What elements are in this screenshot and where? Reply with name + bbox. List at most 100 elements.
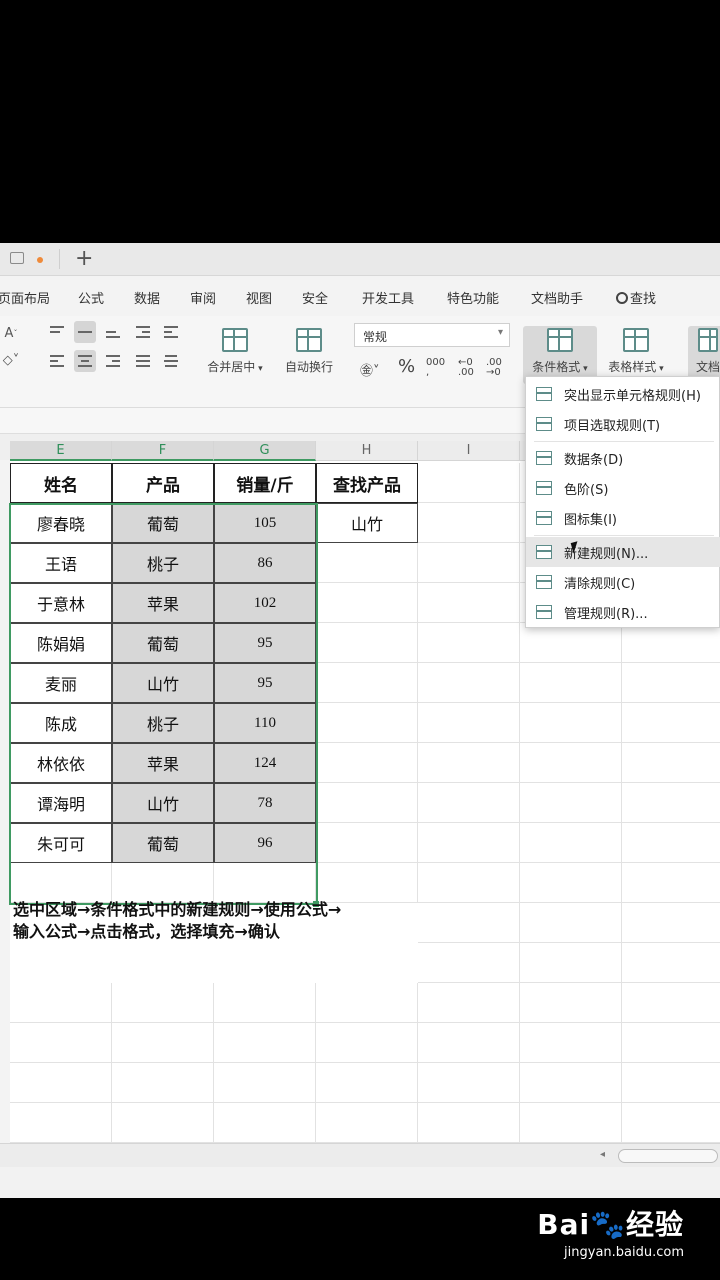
header-cell[interactable]: 销量/斤 <box>214 463 316 503</box>
currency-format-icon[interactable]: ㊎˅ <box>360 360 380 379</box>
menu-highlight-cell-rules[interactable]: 突出显示单元格规则(H) <box>526 379 720 409</box>
empty-cell[interactable] <box>520 783 622 823</box>
table-cell[interactable]: 麦丽 <box>10 663 112 703</box>
empty-cell[interactable] <box>418 503 520 543</box>
column-header-i[interactable]: I <box>418 441 520 461</box>
empty-cell[interactable] <box>316 663 418 703</box>
column-header-g[interactable]: G <box>214 441 316 461</box>
menu-developer[interactable]: 开发工具 <box>362 288 414 307</box>
wrap-text-button[interactable]: 自动换行 <box>274 326 344 384</box>
header-cell[interactable]: 查找产品 <box>316 463 418 503</box>
empty-cell[interactable] <box>622 783 720 823</box>
table-cell[interactable]: 124 <box>214 743 316 783</box>
empty-cell[interactable] <box>214 863 316 903</box>
empty-cell[interactable] <box>520 1063 622 1103</box>
table-cell[interactable]: 山竹 <box>112 663 214 703</box>
align-right-icon[interactable] <box>102 350 124 372</box>
empty-cell[interactable] <box>622 1023 720 1063</box>
table-cell[interactable]: 86 <box>214 543 316 583</box>
empty-cell[interactable] <box>316 863 418 903</box>
table-cell[interactable]: 95 <box>214 663 316 703</box>
empty-cell[interactable] <box>520 823 622 863</box>
menu-data[interactable]: 数据 <box>134 288 160 307</box>
menu-manage-rules[interactable]: 管理规则(R)... <box>526 597 720 627</box>
empty-cell[interactable] <box>316 823 418 863</box>
menu-special-features[interactable]: 特色功能 <box>447 288 499 307</box>
clear-format-icon[interactable]: ◇˅ <box>0 349 22 371</box>
table-cell[interactable]: 桃子 <box>112 703 214 743</box>
menu-search[interactable]: 查找 <box>616 288 656 307</box>
table-cell[interactable]: 陈成 <box>10 703 112 743</box>
table-cell[interactable]: 葡萄 <box>112 823 214 863</box>
empty-cell[interactable] <box>316 1023 418 1063</box>
empty-cell[interactable] <box>10 863 112 903</box>
decrease-indent-icon[interactable] <box>132 321 154 343</box>
empty-cell[interactable] <box>418 703 520 743</box>
empty-cell[interactable] <box>112 1103 214 1143</box>
empty-cell[interactable] <box>214 1103 316 1143</box>
menu-color-scales[interactable]: 色阶(S) <box>526 473 720 503</box>
empty-cell[interactable] <box>214 1023 316 1063</box>
column-header-e[interactable]: E <box>10 441 112 461</box>
scroll-left-arrow-icon[interactable]: ◂ <box>600 1149 605 1160</box>
empty-cell[interactable] <box>214 1063 316 1103</box>
lookup-value-cell[interactable]: 山竹 <box>316 503 418 543</box>
empty-cell[interactable] <box>520 1023 622 1063</box>
align-center-icon[interactable] <box>74 350 96 372</box>
empty-cell[interactable] <box>520 703 622 743</box>
menu-new-rule[interactable]: 新建规则(N)... <box>526 537 720 567</box>
menu-doc-assistant[interactable]: 文档助手 <box>531 288 583 307</box>
empty-cell[interactable] <box>10 1023 112 1063</box>
empty-cell[interactable] <box>418 743 520 783</box>
table-cell[interactable]: 林依依 <box>10 743 112 783</box>
table-cell[interactable]: 苹果 <box>112 583 214 623</box>
menu-formulas[interactable]: 公式 <box>78 288 104 307</box>
empty-cell[interactable] <box>520 743 622 783</box>
empty-cell[interactable] <box>418 1103 520 1143</box>
menu-clear-rules[interactable]: 清除规则(C) <box>526 567 720 597</box>
empty-cell[interactable] <box>622 903 720 943</box>
empty-cell[interactable] <box>622 663 720 703</box>
empty-cell[interactable] <box>418 863 520 903</box>
align-top-icon[interactable] <box>46 321 68 343</box>
menu-page-layout[interactable]: 页面布局 <box>0 288 50 307</box>
empty-cell[interactable] <box>112 1023 214 1063</box>
empty-cell[interactable] <box>112 1063 214 1103</box>
empty-cell[interactable] <box>622 1103 720 1143</box>
empty-cell[interactable] <box>418 663 520 703</box>
empty-cell[interactable] <box>622 983 720 1023</box>
table-cell[interactable]: 谭海明 <box>10 783 112 823</box>
column-header-f[interactable]: F <box>112 441 214 461</box>
empty-cell[interactable] <box>418 943 520 983</box>
empty-cell[interactable] <box>316 623 418 663</box>
align-middle-icon[interactable] <box>74 321 96 343</box>
empty-cell[interactable] <box>520 663 622 703</box>
empty-cell[interactable] <box>418 583 520 623</box>
empty-cell[interactable] <box>418 1063 520 1103</box>
menu-top-bottom-rules[interactable]: 项目选取规则(T) <box>526 409 720 439</box>
empty-cell[interactable] <box>622 863 720 903</box>
percent-button[interactable]: % <box>398 356 415 377</box>
empty-cell[interactable] <box>622 703 720 743</box>
table-cell[interactable]: 96 <box>214 823 316 863</box>
table-cell[interactable]: 陈娟娟 <box>10 623 112 663</box>
empty-cell[interactable] <box>622 943 720 983</box>
monitor-icon[interactable] <box>10 252 24 264</box>
new-tab-plus-icon[interactable]: + <box>75 246 93 272</box>
horizontal-scrollbar[interactable]: ◂ <box>0 1143 720 1167</box>
header-cell[interactable]: 姓名 <box>10 463 112 503</box>
font-size-icon[interactable]: Aˇ <box>0 322 22 344</box>
table-cell[interactable]: 102 <box>214 583 316 623</box>
empty-cell[interactable] <box>316 983 418 1023</box>
increase-decimal-icon[interactable]: ←0.00 <box>458 358 474 378</box>
empty-cell[interactable] <box>418 783 520 823</box>
empty-cell[interactable] <box>418 543 520 583</box>
table-cell[interactable]: 葡萄 <box>112 623 214 663</box>
table-cell[interactable]: 苹果 <box>112 743 214 783</box>
empty-cell[interactable] <box>520 863 622 903</box>
menu-view[interactable]: 视图 <box>246 288 272 307</box>
empty-cell[interactable] <box>520 623 622 663</box>
column-header-h[interactable]: H <box>316 441 418 461</box>
decrease-decimal-icon[interactable]: .00 →0 <box>486 358 502 378</box>
table-cell[interactable]: 105 <box>214 503 316 543</box>
